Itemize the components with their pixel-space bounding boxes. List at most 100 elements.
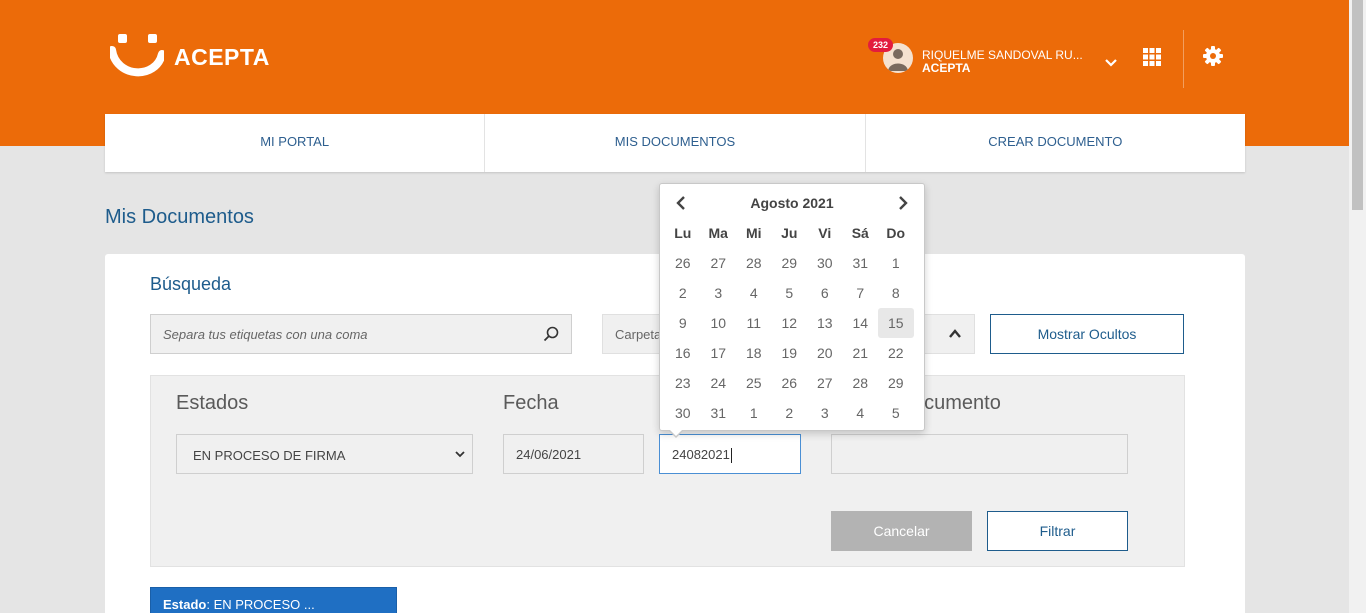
main-nav: MI PORTAL MIS DOCUMENTOS CREAR DOCUMENTO: [105, 114, 1245, 172]
notification-badge[interactable]: 232: [868, 38, 894, 52]
search-title: Búsqueda: [150, 274, 232, 294]
datepicker-day[interactable]: 16: [665, 338, 701, 368]
logo-text: ACEPTA: [174, 43, 270, 70]
datepicker-week-row: 2345678: [665, 278, 920, 308]
datepicker-day[interactable]: 1: [878, 248, 914, 278]
datepicker-day[interactable]: 5: [772, 278, 808, 308]
chevron-down-icon[interactable]: [1104, 59, 1117, 67]
tags-search-input[interactable]: Separa tus etiquetas con una coma: [150, 314, 572, 354]
dow-label: Lu: [674, 225, 692, 241]
apps-grid-icon[interactable]: [1143, 48, 1161, 66]
datepicker-day[interactable]: 4: [736, 278, 772, 308]
datepicker-day[interactable]: 24: [701, 368, 737, 398]
datepicker-day[interactable]: 30: [807, 248, 843, 278]
user-org: ACEPTA: [922, 61, 971, 75]
datepicker-day[interactable]: 25: [736, 368, 772, 398]
datepicker-week-row: 26 27 28 29 30 31 1: [665, 248, 920, 278]
datepicker-day[interactable]: 19: [772, 338, 808, 368]
datepicker-popup: Agosto 2021 Lu Ma Mi Ju Vi Sá Do 26 27 28 2…: [659, 183, 925, 438]
datepicker-day[interactable]: 5: [878, 398, 914, 428]
dow-label: Do: [886, 225, 906, 241]
dow-label: Ma: [708, 225, 728, 241]
estado-filter-tag[interactable]: Estado: EN PROCESO ...: [150, 587, 397, 613]
datepicker-day[interactable]: 30: [665, 398, 701, 428]
datepicker-day[interactable]: 4: [843, 398, 879, 428]
chevron-down-icon: [455, 451, 465, 458]
datepicker-day[interactable]: 14: [843, 308, 879, 338]
date-to-input[interactable]: 24082021: [659, 434, 801, 474]
datepicker-header: Agosto 2021: [660, 192, 924, 214]
datepicker-day[interactable]: 1: [736, 398, 772, 428]
datepicker-day[interactable]: 12: [772, 308, 808, 338]
estados-label: Estados: [176, 392, 249, 414]
date-from-input[interactable]: 24/06/2021: [503, 434, 644, 474]
date-from-value: 24/06/2021: [516, 447, 582, 462]
dow-label: Sá: [851, 225, 869, 241]
search-icon[interactable]: [543, 326, 559, 342]
datepicker-week-row: 16 17 18 19 20 21 22: [665, 338, 920, 368]
estado-tag-value: : EN PROCESO ...: [206, 597, 315, 612]
datepicker-day[interactable]: 21: [843, 338, 879, 368]
documento-input[interactable]: [831, 434, 1128, 474]
chevron-right-icon[interactable]: [898, 196, 908, 210]
datepicker-day[interactable]: 22: [878, 338, 914, 368]
gear-icon[interactable]: [1203, 46, 1223, 66]
cancel-button[interactable]: Cancelar: [831, 511, 972, 551]
estados-select-value: EN PROCESO DE FIRMA: [193, 448, 346, 463]
nav-mi-portal[interactable]: MI PORTAL: [105, 114, 486, 172]
dow-label: Mi: [745, 225, 762, 241]
scrollbar-thumb[interactable]: [1352, 0, 1363, 210]
page-title: Mis Documentos: [105, 206, 254, 228]
datepicker-day[interactable]: 28: [843, 368, 879, 398]
datepicker-month-title[interactable]: Agosto 2021: [660, 195, 924, 211]
chevron-up-icon[interactable]: [948, 327, 962, 341]
datepicker-grid: Lu Ma Mi Ju Vi Sá Do 26 27 28 29 30 31 1 2 3 4 5 6 7…: [665, 218, 920, 428]
estado-tag-key: Estado: [163, 597, 207, 612]
date-to-value: 24082021: [672, 447, 730, 462]
datepicker-day[interactable]: 29: [878, 368, 914, 398]
datepicker-day[interactable]: 18: [736, 338, 772, 368]
datepicker-day[interactable]: 31: [701, 398, 737, 428]
datepicker-day[interactable]: 13: [807, 308, 843, 338]
datepicker-day[interactable]: 27: [701, 248, 737, 278]
datepicker-day[interactable]: 2: [772, 398, 808, 428]
user-menu[interactable]: 232 RIQUELME SANDOVAL RU... ACEPTA: [868, 38, 1117, 82]
nav-crear-documento[interactable]: CREAR DOCUMENTO: [866, 114, 1245, 172]
datepicker-day[interactable]: 3: [807, 398, 843, 428]
text-caret: [730, 448, 732, 464]
datepicker-dow-row: Lu Ma Mi Ju Vi Sá Do: [665, 218, 920, 248]
datepicker-day[interactable]: 3: [701, 278, 737, 308]
datepicker-day[interactable]: 31: [843, 248, 879, 278]
datepicker-week-row: 30 31 1 2 3 4 5: [665, 398, 920, 428]
show-hidden-button[interactable]: Mostrar Ocultos: [990, 314, 1184, 354]
datepicker-day[interactable]: 10: [701, 308, 737, 338]
datepicker-day[interactable]: 20: [807, 338, 843, 368]
datepicker-day[interactable]: 17: [701, 338, 737, 368]
datepicker-day[interactable]: 23: [665, 368, 701, 398]
avatar[interactable]: 232: [868, 38, 913, 82]
nav-mis-documentos[interactable]: MIS DOCUMENTOS: [485, 114, 866, 172]
datepicker-day[interactable]: 15: [878, 308, 914, 338]
datepicker-day[interactable]: 26: [665, 248, 701, 278]
datepicker-week-row: 23 24 25 26 27 28 29: [665, 368, 920, 398]
header-divider: [1183, 30, 1184, 88]
filter-button[interactable]: Filtrar: [987, 511, 1128, 551]
datepicker-day[interactable]: 26: [772, 368, 808, 398]
logo-smile-icon: [110, 34, 164, 77]
estados-select[interactable]: EN PROCESO DE FIRMA: [176, 434, 473, 474]
datepicker-day[interactable]: 28: [736, 248, 772, 278]
datepicker-day[interactable]: 29: [772, 248, 808, 278]
datepicker-day[interactable]: 9: [665, 308, 701, 338]
user-info[interactable]: RIQUELME SANDOVAL RU... ACEPTA: [922, 49, 1083, 75]
datepicker-day[interactable]: 6: [807, 278, 843, 308]
datepicker-day[interactable]: 7: [843, 278, 879, 308]
acepta-logo[interactable]: ACEPTA: [110, 34, 270, 80]
datepicker-day[interactable]: 27: [807, 368, 843, 398]
datepicker-day[interactable]: 11: [736, 308, 772, 338]
datepicker-pointer: [670, 430, 682, 436]
datepicker-day[interactable]: 8: [878, 278, 914, 308]
page-scrollbar[interactable]: [1349, 0, 1366, 613]
tags-search-placeholder: Separa tus etiquetas con una coma: [163, 327, 368, 342]
dow-label: Ju: [781, 225, 798, 241]
datepicker-day[interactable]: 2: [665, 278, 701, 308]
